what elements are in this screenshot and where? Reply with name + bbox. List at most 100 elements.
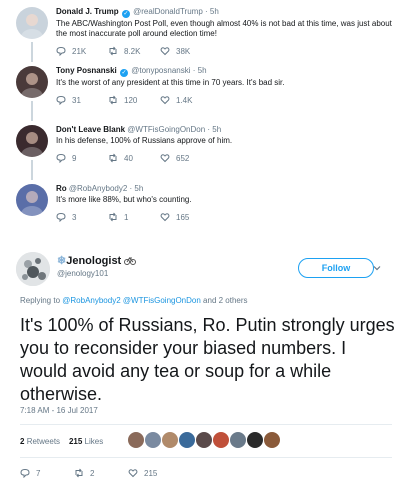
reply-button[interactable]: 9 (56, 153, 108, 163)
author-name[interactable]: Tony Posnanski (56, 66, 117, 75)
avatar[interactable] (16, 184, 48, 216)
verified-badge-icon: ✓ (120, 69, 128, 77)
avatar-image-icon (16, 125, 48, 157)
tweet-actions: 3 1 165 (56, 212, 400, 222)
reply-body: Ro @RobAnybody2 · 5h It's more like 88%,… (56, 183, 400, 222)
tweet-time[interactable]: · 5h (205, 7, 219, 16)
retweet-button[interactable]: 2 (74, 468, 128, 478)
liker-avatar[interactable] (196, 432, 212, 448)
tweet-stats: 2 Retweets 215 Likes (20, 437, 103, 446)
reply-icon (56, 46, 66, 56)
retweets-stat[interactable]: 2 Retweets (20, 437, 60, 446)
retweet-count: 1 (124, 212, 129, 222)
reply-tweet[interactable]: Ro @RobAnybody2 · 5h It's more like 88%,… (0, 177, 410, 236)
like-button[interactable]: 38K (160, 46, 212, 56)
heart-icon (128, 469, 138, 478)
author-handle[interactable]: @tonyposnanski (131, 66, 190, 75)
replying-to-others[interactable]: and 2 others (203, 296, 247, 305)
author-handle[interactable]: @jenology101 (57, 269, 108, 278)
replying-to-link-2[interactable]: @WTFisGoingOnDon (123, 296, 201, 305)
tweet-timestamp[interactable]: 7:18 AM - 16 Jul 2017 (20, 406, 98, 415)
reply-thread: Donald J. Trump ✓ @realDonaldTrump · 5h … (0, 0, 410, 236)
chevron-down-icon[interactable] (373, 264, 381, 272)
reply-tweet[interactable]: Donald J. Trump ✓ @realDonaldTrump · 5h … (0, 0, 410, 62)
liker-avatar[interactable] (145, 432, 161, 448)
author-name[interactable]: ❄Jenologist (57, 254, 137, 267)
reply-button[interactable]: 21K (56, 46, 108, 56)
retweet-button[interactable]: 1 (108, 212, 160, 222)
reply-count: 9 (72, 153, 77, 163)
tweet-time[interactable]: · 5h (193, 66, 207, 75)
reply-tweet[interactable]: Don't Leave Blank @WTFisGoingOnDon · 5h … (0, 118, 410, 180)
retweet-icon (109, 153, 117, 163)
like-count: 38K (176, 46, 191, 56)
retweet-button[interactable]: 120 (108, 95, 160, 105)
reply-button[interactable]: 3 (56, 212, 108, 222)
reply-count: 21K (72, 46, 87, 56)
retweet-icon (109, 95, 117, 105)
divider (20, 457, 392, 458)
reply-body: Donald J. Trump ✓ @realDonaldTrump · 5h … (56, 6, 400, 56)
reply-body: Don't Leave Blank @WTFisGoingOnDon · 5h … (56, 124, 400, 163)
reply-header: Don't Leave Blank @WTFisGoingOnDon · 5h (56, 124, 400, 135)
author-handle[interactable]: @RobAnybody2 (69, 184, 127, 193)
avatar[interactable] (16, 252, 50, 286)
reply-header: Donald J. Trump ✓ @realDonaldTrump · 5h (56, 6, 400, 18)
like-button[interactable]: 652 (160, 153, 212, 163)
retweet-button[interactable]: 8.2K (108, 46, 160, 56)
liker-avatar[interactable] (128, 432, 144, 448)
liker-avatar[interactable] (213, 432, 229, 448)
replying-to: Replying to @RobAnybody2 @WTFisGoingOnDo… (20, 296, 248, 305)
like-button[interactable]: 1.4K (160, 95, 212, 105)
retweet-button[interactable]: 40 (108, 153, 160, 163)
tweet-actions: 21K 8.2K 38K (56, 46, 400, 56)
retweet-count: 8.2K (124, 46, 141, 56)
like-button[interactable]: 165 (160, 212, 212, 222)
like-count: 165 (176, 212, 190, 222)
tweet-actions: 9 40 652 (56, 153, 400, 163)
avatar[interactable] (16, 7, 48, 39)
likes-stat[interactable]: 215 Likes (69, 437, 103, 446)
reply-count: 31 (72, 95, 81, 105)
reply-tweet[interactable]: Tony Posnanski ✓ @tonyposnanski · 5h It'… (0, 59, 410, 121)
author-name[interactable]: Ro (56, 184, 67, 193)
liker-avatar[interactable] (230, 432, 246, 448)
liker-avatars (128, 432, 281, 448)
heart-icon (160, 213, 170, 222)
like-button[interactable]: 215 (128, 468, 182, 478)
avatar[interactable] (16, 125, 48, 157)
avatar-image-icon (16, 184, 48, 216)
liker-avatar[interactable] (179, 432, 195, 448)
heart-icon (160, 47, 170, 56)
reply-button[interactable]: 7 (20, 468, 74, 478)
reply-button[interactable]: 31 (56, 95, 108, 105)
like-count: 652 (176, 153, 190, 163)
snowflake-icon: ❄ (57, 255, 67, 267)
tweet-time[interactable]: · 5h (130, 184, 144, 193)
liker-avatar[interactable] (162, 432, 178, 448)
author-name[interactable]: Donald J. Trump (56, 7, 119, 16)
reply-icon (56, 153, 66, 163)
replying-to-link-1[interactable]: @RobAnybody2 (62, 296, 120, 305)
liker-avatar[interactable] (264, 432, 280, 448)
follow-button[interactable]: Follow (298, 258, 374, 278)
retweet-icon (109, 46, 117, 56)
heart-icon (160, 154, 170, 163)
tweet-text: It's the worst of any president at this … (56, 78, 285, 87)
retweet-count: 120 (124, 95, 138, 105)
author-handle[interactable]: @WTFisGoingOnDon (127, 125, 205, 134)
author-handle[interactable]: @realDonaldTrump (133, 7, 203, 16)
tweet-time[interactable]: · 5h (207, 125, 221, 134)
reply-header: Ro @RobAnybody2 · 5h (56, 183, 400, 194)
retweet-count: 40 (124, 153, 133, 163)
divider (20, 424, 392, 425)
reply-icon (56, 212, 66, 222)
tweet-text: In his defense, 100% of Russians approve… (56, 136, 233, 145)
liker-avatar[interactable] (247, 432, 263, 448)
avatar[interactable] (16, 66, 48, 98)
reply-body: Tony Posnanski ✓ @tonyposnanski · 5h It'… (56, 65, 400, 105)
avatar-image-icon (16, 66, 48, 98)
main-tweet-actions: 7 2 215 (20, 468, 182, 478)
reply-icon (20, 468, 30, 478)
author-name[interactable]: Don't Leave Blank (56, 125, 125, 134)
